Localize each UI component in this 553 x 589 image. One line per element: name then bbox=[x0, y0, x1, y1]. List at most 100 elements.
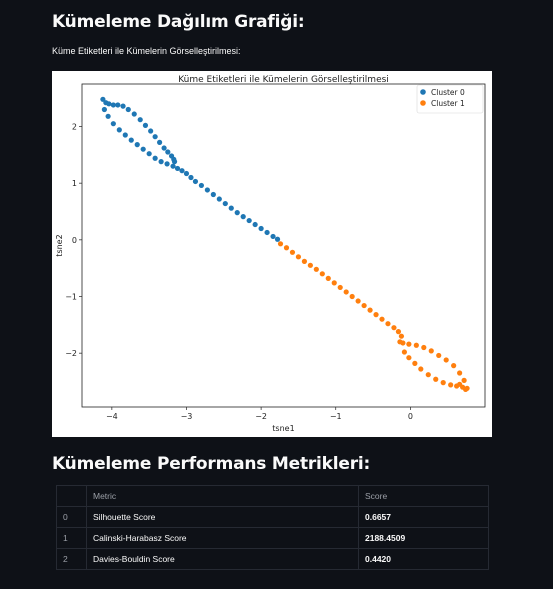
data-point-series-0 bbox=[134, 142, 140, 148]
data-point-series-1 bbox=[418, 366, 424, 372]
chart-title: Küme Etiketleri ile Kümelerin Görselleşt… bbox=[178, 75, 389, 85]
data-point-series-0 bbox=[116, 127, 122, 133]
data-point-series-0 bbox=[120, 103, 126, 109]
legend-label: Cluster 1 bbox=[431, 99, 465, 108]
y-tick-label: 2 bbox=[72, 123, 77, 132]
metric-score[interactable]: 2188.4509 bbox=[358, 527, 489, 549]
metric-score[interactable]: 0.6657 bbox=[358, 506, 489, 528]
data-point-series-0 bbox=[140, 146, 146, 152]
data-point-series-1 bbox=[349, 293, 355, 300]
data-point-series-1 bbox=[448, 382, 454, 388]
data-point-series-1 bbox=[401, 349, 407, 355]
data-point-series-0 bbox=[157, 139, 163, 145]
section-title-cluster-plot: Kümeleme Dağılım Grafiği: bbox=[52, 12, 305, 32]
data-point-series-1 bbox=[428, 348, 434, 354]
plot-frame bbox=[81, 83, 486, 408]
data-point-series-1 bbox=[289, 249, 296, 255]
data-point-series-0 bbox=[128, 137, 134, 143]
data-point-series-1 bbox=[413, 342, 419, 348]
row-index[interactable]: 0 bbox=[56, 506, 87, 528]
data-point-series-1 bbox=[440, 380, 446, 386]
legend-marker bbox=[420, 100, 426, 106]
data-point-series-0 bbox=[161, 145, 167, 151]
data-point-series-0 bbox=[110, 121, 116, 127]
data-point-series-0 bbox=[216, 196, 222, 202]
data-point-series-1 bbox=[461, 377, 467, 383]
data-point-series-1 bbox=[457, 370, 463, 376]
data-point-series-0 bbox=[198, 182, 205, 189]
row-index[interactable]: 1 bbox=[56, 527, 87, 549]
data-point-series-0 bbox=[204, 187, 210, 193]
data-point-series-0 bbox=[171, 159, 178, 165]
x-axis-label: tsne1 bbox=[272, 424, 294, 433]
data-point-series-0 bbox=[122, 132, 128, 138]
data-point-series-1 bbox=[319, 271, 325, 277]
data-point-series-0 bbox=[101, 106, 107, 113]
table-header-row: Metric Score bbox=[56, 485, 489, 507]
data-point-series-1 bbox=[433, 376, 439, 382]
row-index[interactable]: 2 bbox=[56, 548, 87, 570]
data-point-series-0 bbox=[222, 200, 228, 207]
scatter-chart: Küme Etiketleri ile Kümelerin Görselleşt… bbox=[52, 71, 492, 437]
data-point-series-1 bbox=[295, 254, 302, 260]
data-point-series-0 bbox=[240, 214, 246, 220]
scatter-chart-svg: Küme Etiketleri ile Kümelerin Görselleşt… bbox=[55, 75, 486, 433]
data-point-series-0 bbox=[105, 113, 111, 119]
data-point-series-1 bbox=[391, 325, 397, 331]
table-header-index[interactable] bbox=[56, 485, 87, 507]
metric-name[interactable]: Davies-Bouldin Score bbox=[86, 548, 359, 570]
y-tick-label: 1 bbox=[72, 179, 77, 188]
data-point-series-0 bbox=[179, 168, 185, 174]
data-point-series-0 bbox=[188, 174, 194, 181]
data-point-series-1 bbox=[421, 344, 427, 351]
data-point-series-1 bbox=[406, 355, 412, 361]
data-point-series-1 bbox=[412, 360, 418, 366]
data-point-series-1 bbox=[373, 312, 379, 318]
table-row: 0 Silhouette Score 0.6657 bbox=[56, 506, 489, 528]
table-header-metric[interactable]: Metric bbox=[86, 485, 359, 507]
data-point-series-1 bbox=[355, 298, 361, 304]
metric-name[interactable]: Silhouette Score bbox=[86, 506, 359, 528]
data-point-series-1 bbox=[361, 302, 367, 309]
data-point-series-0 bbox=[192, 178, 199, 185]
metric-score[interactable]: 0.4420 bbox=[358, 548, 489, 570]
table-row: 2 Davies-Bouldin Score 0.4420 bbox=[56, 548, 489, 570]
metric-name[interactable]: Calinski-Harabasz Score bbox=[86, 527, 359, 549]
data-point-series-0 bbox=[131, 111, 137, 117]
data-point-series-0 bbox=[270, 233, 276, 240]
data-point-series-0 bbox=[258, 225, 264, 232]
data-point-series-1 bbox=[398, 333, 405, 339]
x-tick-label: 0 bbox=[408, 412, 413, 421]
table-header-score[interactable]: Score bbox=[358, 485, 489, 507]
data-point-series-1 bbox=[395, 329, 402, 335]
data-point-series-0 bbox=[274, 236, 281, 242]
data-point-series-0 bbox=[183, 170, 190, 177]
data-point-series-0 bbox=[110, 102, 116, 108]
data-point-series-0 bbox=[252, 221, 258, 228]
data-point-series-0 bbox=[137, 117, 143, 123]
data-point-series-0 bbox=[246, 217, 252, 224]
data-point-series-1 bbox=[367, 307, 373, 313]
metrics-table: Metric Score 0 Silhouette Score 0.6657 1… bbox=[56, 485, 489, 570]
data-point-series-1 bbox=[400, 340, 406, 346]
table-row: 1 Calinski-Harabasz Score 2188.4509 bbox=[56, 527, 489, 549]
data-point-series-1 bbox=[337, 284, 343, 291]
data-point-series-1 bbox=[436, 352, 442, 359]
data-point-series-0 bbox=[146, 151, 152, 157]
data-point-series-0 bbox=[174, 165, 181, 172]
y-tick-label: −2 bbox=[65, 349, 77, 358]
data-point-series-1 bbox=[454, 383, 460, 389]
section-title-metrics: Kümeleme Performans Metrikleri: bbox=[52, 454, 371, 474]
data-point-series-0 bbox=[148, 128, 154, 134]
data-point-series-0 bbox=[152, 134, 158, 140]
data-point-series-1 bbox=[406, 341, 412, 347]
data-point-series-0 bbox=[165, 149, 171, 155]
y-axis-label: tsne2 bbox=[55, 234, 64, 256]
data-point-series-0 bbox=[158, 159, 164, 165]
x-tick-label: −2 bbox=[255, 412, 267, 421]
data-point-series-1 bbox=[325, 275, 331, 281]
data-point-series-0 bbox=[106, 101, 112, 107]
data-point-series-0 bbox=[164, 161, 170, 167]
data-point-series-1 bbox=[443, 357, 449, 363]
data-point-series-1 bbox=[313, 266, 319, 272]
